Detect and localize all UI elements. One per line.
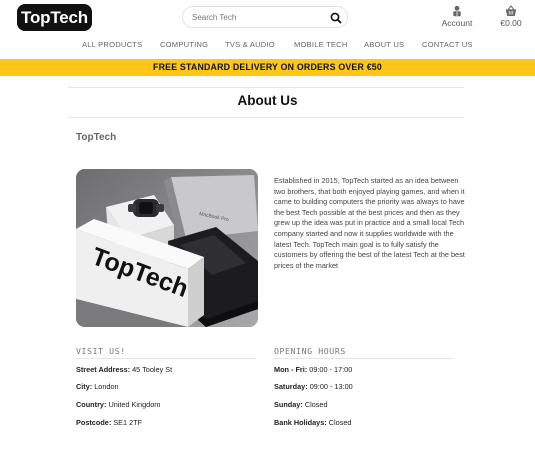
user-icon	[453, 5, 461, 17]
hours-row-sunday: Sunday: Closed	[274, 400, 328, 409]
row-value: United Kingdom	[108, 400, 161, 409]
divider	[68, 87, 464, 88]
row-label: Sunday:	[274, 400, 303, 409]
nav-item-contact-us[interactable]: CONTACT US	[422, 40, 473, 49]
row-label: Street Address:	[76, 365, 131, 374]
divider	[76, 358, 256, 359]
nav-item-all-products[interactable]: ALL PRODUCTS	[82, 40, 142, 49]
about-image: MacBook Pro TopTech	[76, 169, 258, 327]
row-label: Country:	[76, 400, 107, 409]
about-description: Established in 2015, TopTech started as …	[274, 176, 465, 270]
hours-row-weekdays: Mon - Fri: 09:00 - 17:00	[274, 365, 352, 374]
divider	[274, 358, 454, 359]
row-value: 09:00 - 13:00	[309, 382, 353, 391]
visit-heading: VISIT US!	[76, 346, 126, 356]
nav-item-tvs-audio[interactable]: TVS & AUDIO	[225, 40, 275, 49]
company-name: TopTech	[76, 132, 117, 143]
logo[interactable]: TopTech	[17, 4, 92, 31]
delivery-banner: FREE STANDARD DELIVERY ON ORDERS OVER €5…	[0, 59, 535, 76]
row-value: Closed	[328, 418, 352, 427]
main-nav: ALL PRODUCTS COMPUTING TVS & AUDIO MOBIL…	[0, 38, 535, 54]
cart-link[interactable]: €0.00	[492, 5, 532, 31]
visit-row-postcode: Postcode: SE1 2TF	[76, 418, 142, 427]
hours-row-saturday: Saturday: 09:00 - 13:00	[274, 382, 353, 391]
search-icon[interactable]	[329, 11, 343, 25]
row-label: Postcode:	[76, 418, 112, 427]
page-title: About Us	[237, 93, 298, 108]
cart-total: €0.00	[500, 18, 522, 28]
row-label: Saturday:	[274, 382, 308, 391]
basket-icon	[505, 5, 517, 16]
visit-row-street: Street Address: 45 Tooley St	[76, 365, 172, 374]
account-link[interactable]: Account	[434, 5, 480, 31]
visit-row-city: City: London	[76, 382, 119, 391]
hours-row-bank-holidays: Bank Holidays: Closed	[274, 418, 351, 427]
divider	[68, 117, 464, 118]
hours-heading: OPENING HOURS	[274, 346, 346, 356]
row-value: SE1 2TF	[113, 418, 143, 427]
row-value: Closed	[304, 400, 328, 409]
search-bar	[182, 6, 348, 28]
row-label: Mon - Fri:	[274, 365, 308, 374]
account-label: Account	[441, 18, 473, 28]
toptech-photo: MacBook Pro TopTech	[76, 169, 258, 327]
row-value: 45 Tooley St	[132, 365, 173, 374]
row-value: 09:00 - 17:00	[309, 365, 353, 374]
banner-text: FREE STANDARD DELIVERY ON ORDERS OVER €5…	[153, 62, 382, 72]
row-label: Bank Holidays:	[274, 418, 327, 427]
nav-item-computing[interactable]: COMPUTING	[160, 40, 208, 49]
row-value: London	[94, 382, 119, 391]
nav-item-mobile-tech[interactable]: MOBILE TECH	[294, 40, 348, 49]
search-input[interactable]	[192, 10, 322, 25]
site-header: TopTech Account €0.00	[0, 0, 535, 36]
visit-row-country: Country: United Kingdom	[76, 400, 160, 409]
nav-item-about-us[interactable]: ABOUT US	[364, 40, 404, 49]
row-label: City:	[76, 382, 93, 391]
